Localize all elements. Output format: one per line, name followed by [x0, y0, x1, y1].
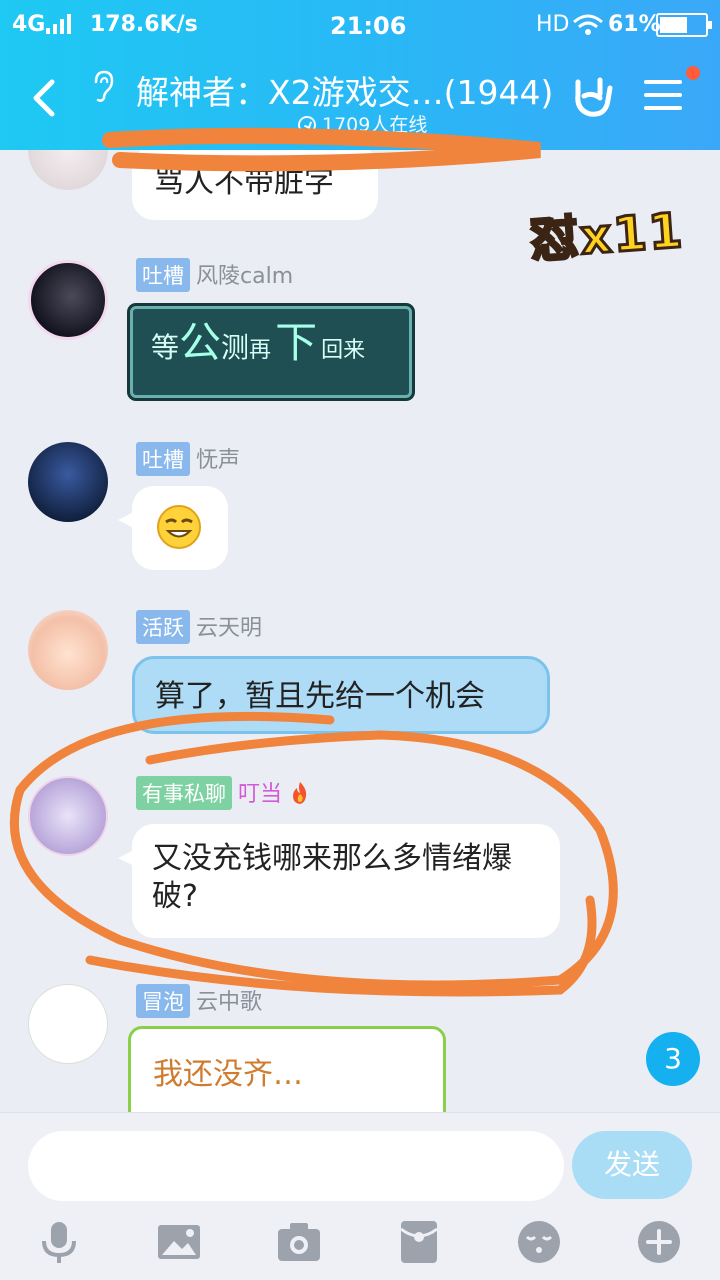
avatar[interactable]	[28, 776, 108, 856]
message-bubble-themed[interactable]: 我还没齐…	[128, 1026, 446, 1112]
microphone-icon[interactable]	[36, 1219, 82, 1265]
member-tag: 活跃	[136, 610, 190, 644]
notification-dot	[686, 66, 700, 80]
message-bubble[interactable]: 又没充钱哪来那么多情绪爆破?	[118, 824, 560, 938]
bubble-text: 等	[151, 331, 180, 364]
message-bubble-themed[interactable]: 算了，暂且先给一个机会	[132, 656, 550, 734]
member-tag: 冒泡	[136, 984, 190, 1018]
back-button[interactable]	[24, 70, 64, 126]
activity-badge: 怼x11	[527, 201, 687, 271]
chevron-down-circle-icon	[298, 116, 316, 134]
member-tag: 有事私聊	[136, 776, 232, 810]
avatar[interactable]	[28, 260, 108, 340]
sender-name[interactable]: 怃声	[196, 448, 240, 473]
bubble-text: 下	[275, 318, 318, 367]
ear-icon[interactable]	[88, 68, 118, 104]
message-meta: 有事私聊 叮当	[136, 776, 311, 810]
battery-icon	[656, 13, 712, 37]
input-bar: 发送	[0, 1112, 720, 1280]
image-icon[interactable]	[156, 1219, 202, 1265]
wifi-icon	[573, 14, 603, 35]
bubble-text: 回来	[321, 338, 366, 363]
message-meta: 吐槽 风陵calm	[136, 258, 293, 292]
network-speed: 178.6K/s	[90, 12, 198, 37]
sender-name[interactable]: 云中歌	[196, 990, 262, 1015]
status-bar: 4G 178.6K/s 21:06 HD 61%	[0, 0, 720, 50]
avatar[interactable]	[28, 442, 108, 522]
bubble-text: 公	[179, 318, 222, 367]
battery-percent: 61%	[608, 12, 661, 37]
message-meta: 活跃 云天明	[136, 610, 262, 644]
member-tag: 吐槽	[136, 442, 190, 476]
red-packet-icon[interactable]	[396, 1219, 442, 1265]
message-bubble-themed[interactable]: 等 公 测 再 下 回来	[130, 306, 412, 398]
send-button[interactable]: 发送	[572, 1131, 692, 1199]
sender-name[interactable]: 风陵calm	[196, 264, 293, 289]
grin-emoji-icon	[157, 505, 201, 549]
message-bubble[interactable]	[118, 486, 228, 570]
network-type: 4G	[12, 12, 46, 37]
bubble-text: 测	[221, 331, 250, 364]
sender-name[interactable]: 叮当	[238, 782, 282, 807]
avatar[interactable]	[28, 150, 108, 190]
message-input[interactable]	[28, 1131, 564, 1201]
bubble-text: 再	[249, 338, 272, 363]
member-tag: 吐槽	[136, 258, 190, 292]
rock-hand-icon[interactable]	[570, 74, 616, 120]
clock-time: 21:06	[330, 12, 407, 40]
header: 4G 178.6K/s 21:06 HD 61% 解神者：X2游戏交…(1944…	[0, 0, 720, 150]
online-count[interactable]: 1709人在线	[298, 110, 427, 137]
avatar[interactable]	[28, 984, 108, 1064]
back-arrow-icon	[33, 79, 55, 117]
message-bubble[interactable]: 骂人不带脏字	[132, 150, 378, 220]
plus-icon[interactable]	[636, 1219, 682, 1265]
emoji-icon[interactable]	[516, 1219, 562, 1265]
toolbar	[0, 1213, 720, 1273]
group-title[interactable]: 解神者：X2游戏交…(1944)	[136, 66, 553, 114]
avatar[interactable]	[28, 610, 108, 690]
message-meta: 冒泡 云中歌	[136, 984, 262, 1018]
chat-area[interactable]: 骂人不带脏字 吐槽 风陵calm 等 公 测 再 下 回来 吐槽 怃声 活跃 云…	[0, 150, 720, 1112]
sender-name[interactable]: 云天明	[196, 616, 262, 641]
hd-indicator: HD	[536, 12, 570, 37]
flame-icon	[293, 782, 307, 804]
camera-icon[interactable]	[276, 1219, 322, 1265]
online-count-text: 1709人在线	[322, 114, 428, 136]
menu-button[interactable]	[644, 80, 682, 114]
message-meta: 吐槽 怃声	[136, 442, 240, 476]
signal-icon	[46, 14, 71, 34]
unread-count-badge[interactable]: 3	[646, 1032, 700, 1086]
